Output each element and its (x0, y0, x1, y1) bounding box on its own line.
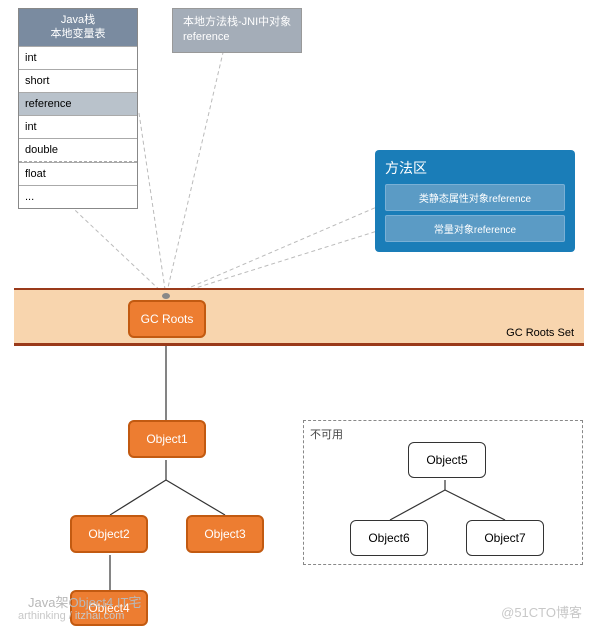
object5-node: Object5 (408, 442, 486, 478)
java-stack-row: ... (19, 185, 137, 208)
java-stack-row: float (19, 162, 137, 185)
gc-point-icon (162, 293, 170, 299)
java-stack-header: Java栈 本地变量表 (19, 9, 137, 46)
watermark-left-1: Java架Object4 IT宅 (28, 592, 141, 611)
object6-node: Object6 (350, 520, 428, 556)
jni-line2: reference (183, 31, 229, 43)
java-stack-row: int (19, 46, 137, 69)
object1-node: Object1 (128, 420, 206, 458)
jni-reference-box: 本地方法栈-JNI中对象 reference (172, 8, 302, 53)
java-stack-row: short (19, 69, 137, 92)
method-area-item-const: 常量对象reference (385, 215, 565, 242)
java-stack-header-line2: 本地变量表 (51, 28, 106, 40)
java-stack-row: int (19, 115, 137, 138)
method-area-title: 方法区 (385, 158, 565, 178)
gc-roots-set-label: GC Roots Set (506, 327, 574, 339)
jni-line1: 本地方法栈-JNI中对象 (183, 16, 291, 28)
java-stack-header-line1: Java栈 (61, 14, 95, 26)
object7-node: Object7 (466, 520, 544, 556)
method-area-box: 方法区 类静态属性对象reference 常量对象reference (375, 150, 575, 252)
java-stack-table: Java栈 本地变量表 intshortreferenceintdoublefl… (18, 8, 138, 209)
watermark-right: @51CTO博客 (501, 602, 582, 621)
unreachable-label: 不可用 (310, 426, 343, 442)
gc-roots-set-band: GC Roots Set (14, 288, 584, 346)
method-area-item-static: 类静态属性对象reference (385, 184, 565, 211)
gc-roots-node: GC Roots (128, 300, 206, 338)
watermark-left-2: arthinking / itzhai.com (18, 610, 124, 622)
java-stack-row: reference (19, 92, 137, 115)
java-stack-row: double (19, 138, 137, 162)
object2-node: Object2 (70, 515, 148, 553)
object3-node: Object3 (186, 515, 264, 553)
